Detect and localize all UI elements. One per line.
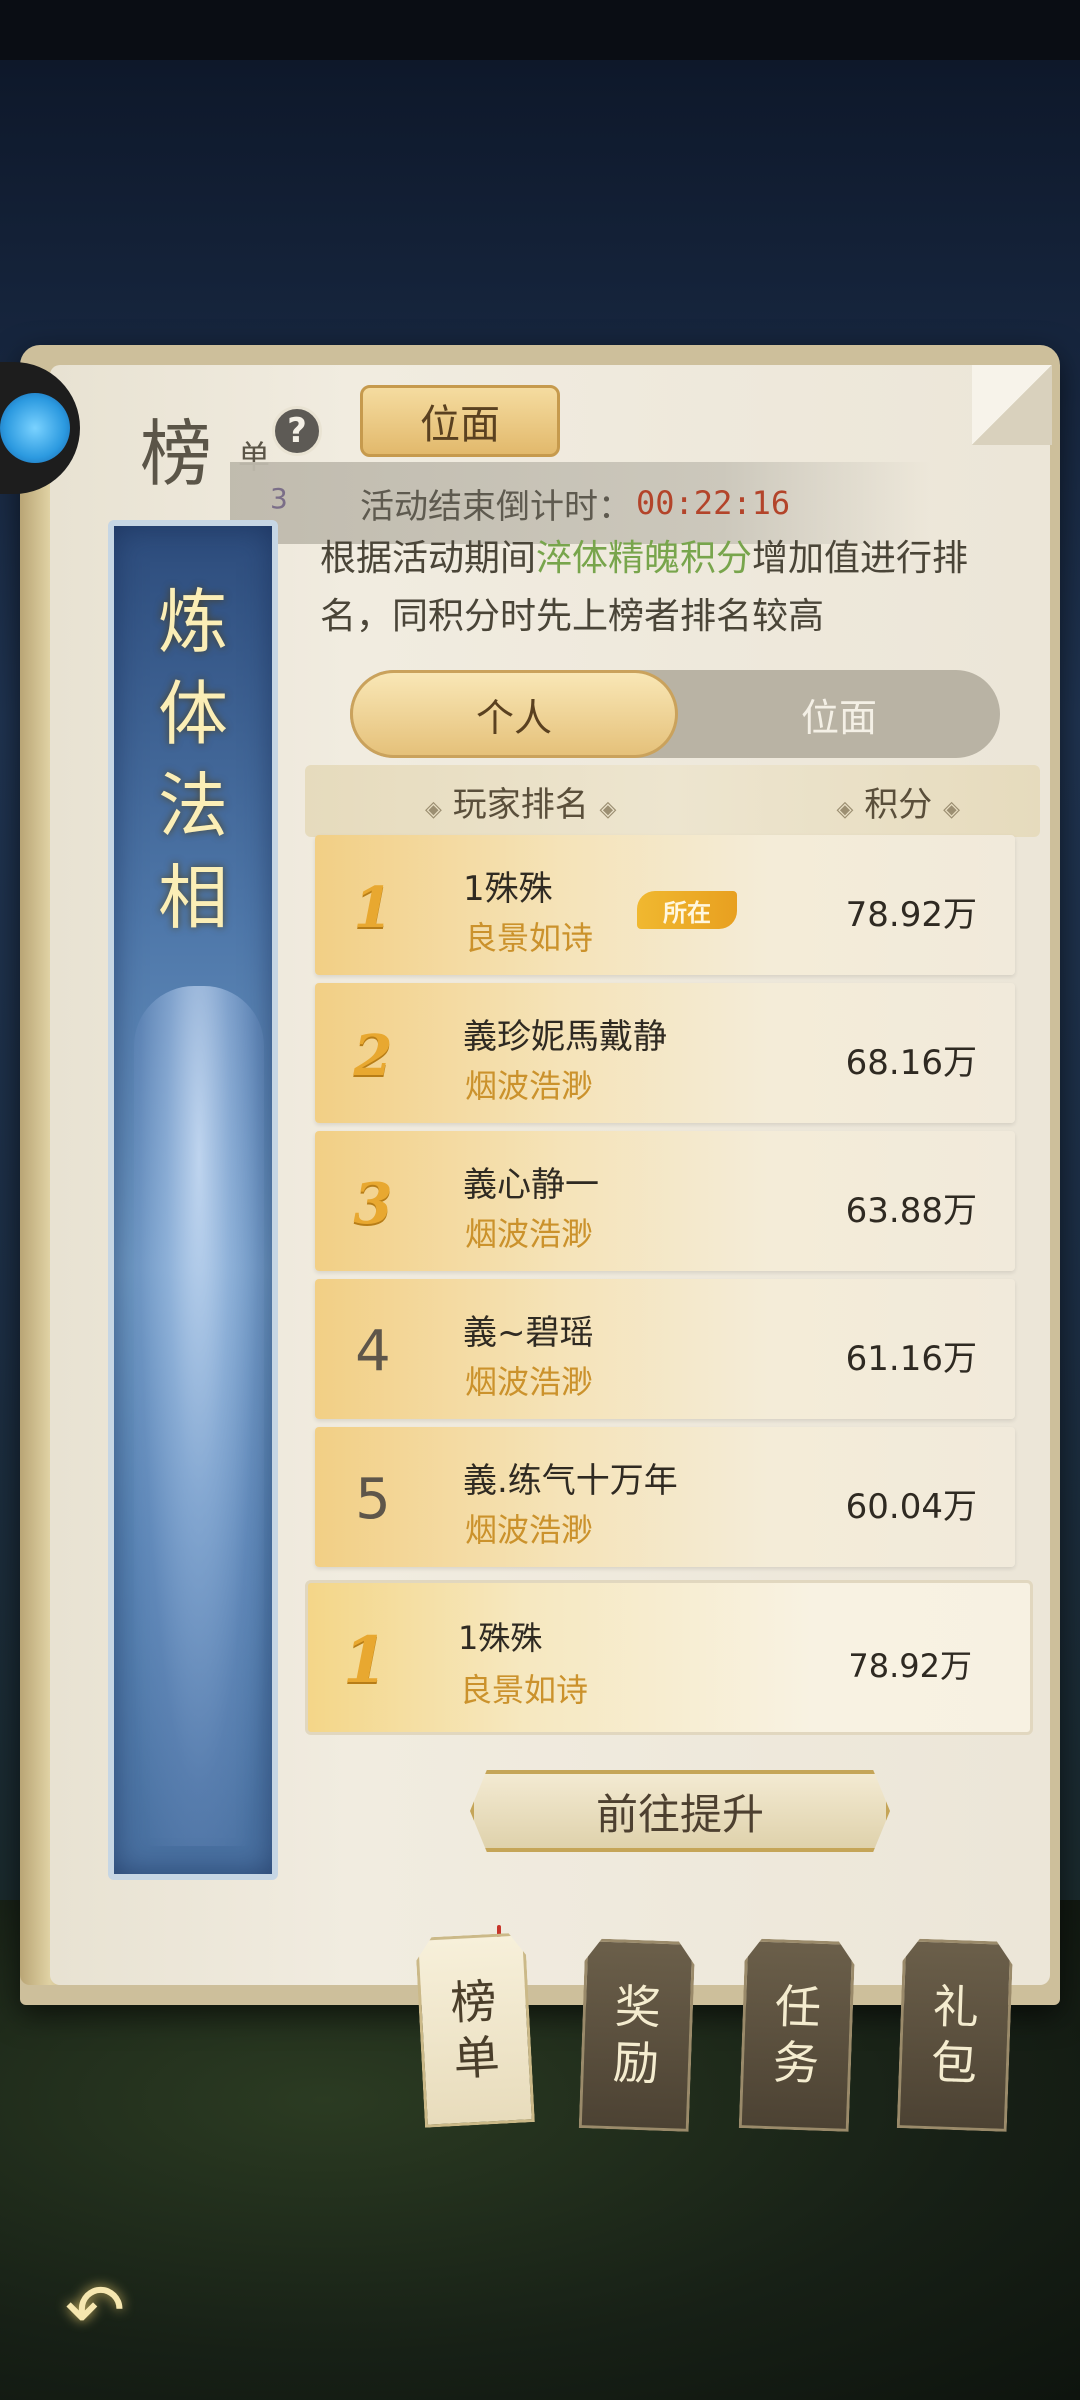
table-header: ◈ 玩家排名 ◈ ◈ 积分 ◈ (305, 765, 1040, 837)
description-highlight: 淬体精魄积分 (536, 538, 753, 579)
ranking-row[interactable]: 2 義珍妮馬戴静 烟波浩渺 68.16万 (315, 983, 1015, 1123)
my-guild-name: 良景如诗 (460, 1671, 589, 1709)
rank-number: 1 (353, 875, 393, 941)
diamond-icon: ◈ (425, 796, 442, 822)
ranking-row[interactable]: 5 義.练气十万年 烟波浩渺 60.04万 (315, 1427, 1015, 1567)
guild-name: 良景如诗 (465, 919, 594, 957)
column-header-name: ◈ 玩家排名 ◈ (425, 777, 616, 826)
player-score: 60.04万 (845, 1487, 977, 1527)
my-rank-row[interactable]: 1 1殊殊 良景如诗 78.92万 (305, 1580, 1033, 1735)
tab-rewards[interactable]: 奖 励 (579, 1938, 696, 2132)
spiral-icon (0, 393, 70, 463)
column-header-score: ◈ 积分 ◈ (837, 777, 960, 826)
rank-number: 5 (355, 1467, 391, 1532)
player-score: 78.92万 (845, 895, 977, 935)
countdown-label: 活动结束倒计时： (360, 486, 632, 527)
player-name: 義珍妮馬戴静 (463, 1017, 667, 1057)
diamond-icon: ◈ (836, 796, 854, 822)
current-badge: 所在 (637, 891, 737, 929)
guild-name: 烟波浩渺 (465, 1215, 594, 1253)
toggle-plane[interactable]: 位面 (678, 670, 1000, 758)
tab-label: 任 (774, 1979, 822, 2035)
guild-name: 烟波浩渺 (465, 1511, 594, 1549)
ranking-row[interactable]: 4 義~碧瑶 烟波浩渺 61.16万 (315, 1279, 1015, 1419)
ranking-list: 1 1殊殊 所在 良景如诗 78.92万 2 義珍妮馬戴静 烟波浩渺 68.16… (315, 835, 1015, 1575)
player-score: 68.16万 (845, 1043, 977, 1083)
description-prefix: 根据活动期间 (320, 538, 537, 579)
column-name-label: 玩家排名 (452, 784, 589, 825)
tab-gift-pack[interactable]: 礼 包 (897, 1938, 1014, 2132)
character-figure (134, 986, 264, 1846)
tab-tasks[interactable]: 任 务 (739, 1938, 856, 2132)
tab-label: 单 (452, 2029, 501, 2087)
banner-char: 体 (158, 673, 228, 755)
tab-label: 包 (930, 2035, 978, 2091)
player-name: 義心静一 (463, 1165, 599, 1205)
column-score-label: 积分 (864, 784, 933, 825)
back-button[interactable]: ↶ (50, 2265, 140, 2355)
player-name: 義~碧瑶 (463, 1313, 594, 1353)
tab-label: 务 (772, 2035, 820, 2091)
player-name: 義.练气十万年 (463, 1461, 678, 1501)
tab-ranking[interactable]: 榜 单 (415, 1932, 535, 2127)
banner-title: 炼 体 法 相 (114, 576, 272, 944)
status-bar (0, 0, 1080, 60)
rule-description: 根据活动期间淬体精魄积分增加值进行排名，同积分时先上榜者排名较高 (320, 530, 1020, 646)
player-score: 63.88万 (845, 1191, 977, 1231)
banner-char: 相 (158, 857, 228, 939)
page-title: 榜 (140, 412, 213, 496)
guild-name: 烟波浩渺 (465, 1363, 594, 1401)
diamond-icon: ◈ (599, 796, 617, 822)
tab-label: 奖 (614, 1979, 662, 2035)
ranking-row[interactable]: 1 1殊殊 所在 良景如诗 78.92万 (315, 835, 1015, 975)
banner-char: 法 (158, 765, 228, 847)
banner-char: 炼 (158, 581, 228, 663)
player-name: 1殊殊 (463, 869, 553, 909)
my-score: 78.92万 (848, 1647, 972, 1685)
rank-number: 2 (353, 1023, 393, 1089)
diamond-icon: ◈ (943, 796, 960, 822)
ranking-row[interactable]: 3 義心静一 烟波浩渺 63.88万 (315, 1131, 1015, 1271)
rank-number: 4 (355, 1319, 391, 1384)
guild-name: 烟波浩渺 (465, 1067, 594, 1105)
toggle-personal[interactable]: 个人 (350, 670, 678, 758)
back-arrow-icon: ↶ (64, 2268, 126, 2352)
tab-label: 励 (612, 2035, 660, 2091)
tab-label: 礼 (932, 1979, 980, 2035)
tab-label: 榜 (449, 1973, 498, 2031)
side-banner: 炼 体 法 相 (108, 520, 278, 1880)
rank-number: 3 (353, 1171, 393, 1237)
go-improve-button[interactable]: 前往提升 (470, 1770, 890, 1852)
page-fold (972, 365, 1052, 445)
help-button[interactable]: ? (272, 406, 322, 456)
my-rank-number: 1 (343, 1623, 388, 1698)
countdown-time: 00:22:16 (636, 484, 791, 522)
plane-tab[interactable]: 位面 (360, 385, 560, 457)
rank-type-toggle: 个人 位面 (350, 670, 1000, 758)
countdown-hint: 3 (270, 482, 288, 515)
player-score: 61.16万 (845, 1339, 977, 1379)
my-player-name: 1殊殊 (458, 1619, 543, 1657)
